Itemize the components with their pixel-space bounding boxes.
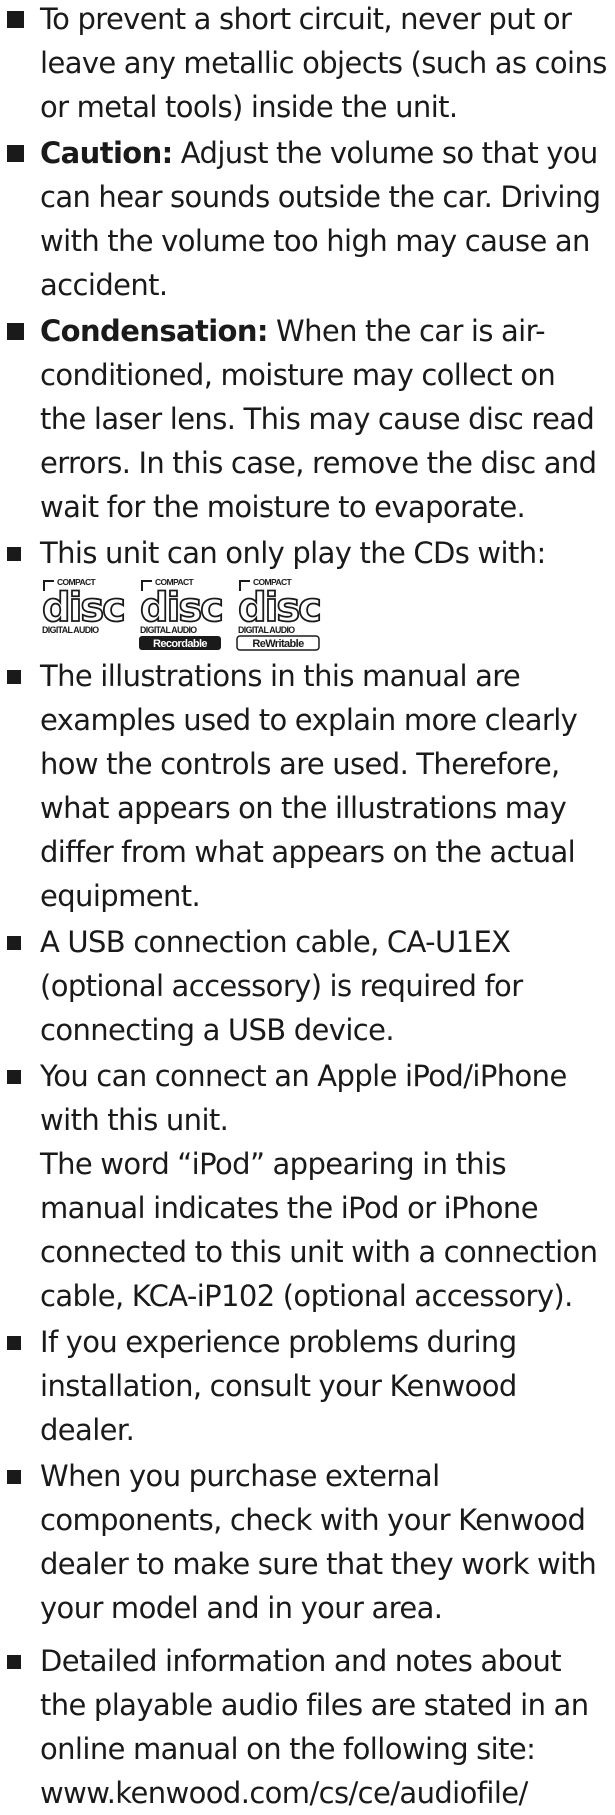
item-text: To prevent a short circuit, never put or…: [40, 2, 607, 124]
list-item-short-circuit: To prevent a short circuit, never put or…: [7, 0, 607, 129]
list-item-installation: If you experience problems during instal…: [7, 1320, 607, 1452]
list-item-ipod: You can connect an Apple iPod/iPhone wit…: [7, 1054, 607, 1318]
bullet-icon: [7, 1336, 21, 1350]
item-text: This unit can only play the CDs with:: [40, 536, 546, 570]
compact-disc-logo-icon: COMPACT disc DIGITAL AUDIO Recordable: [139, 577, 224, 650]
bullet-icon: [7, 145, 24, 162]
list-item-external-components: When you purchase external components, c…: [7, 1454, 607, 1630]
disc-logo-row: COMPACT disc DIGITAL AUDIO COMPACT disc …: [40, 575, 607, 652]
list-item-condensation: Condensation: When the car is air-condit…: [7, 309, 607, 529]
item-text: A USB connection cable, CA-U1EX (optiona…: [40, 925, 523, 1047]
logo-bottom-label: DIGITAL AUDIO: [42, 625, 99, 635]
item-text: The illustrations in this manual are exa…: [40, 659, 578, 913]
list-item-usb-cable: A USB connection cable, CA-U1EX (optiona…: [7, 920, 607, 1052]
document-page: To prevent a short circuit, never put or…: [0, 0, 615, 1815]
compact-disc-logo-icon: COMPACT disc DIGITAL AUDIO ReWritable: [236, 577, 322, 651]
item-text: When you purchase external components, c…: [40, 1459, 597, 1625]
compact-disc-logo-icon: COMPACT disc DIGITAL AUDIO: [41, 577, 126, 635]
logo-tag: Recordable: [153, 638, 207, 650]
item-bold-label: Condensation:: [40, 314, 269, 348]
item-text: If you experience problems during instal…: [40, 1325, 517, 1447]
logo-bottom-label: DIGITAL AUDIO: [140, 625, 197, 635]
list-item-audio-files: Detailed information and notes about the…: [7, 1639, 607, 1815]
bullet-icon: [7, 936, 21, 950]
bullet-icon: [7, 1070, 21, 1084]
bullet-icon: [7, 11, 24, 28]
bullet-icon: [7, 1655, 21, 1669]
logo-bottom-label: DIGITAL AUDIO: [238, 625, 295, 635]
item-text: Detailed information and notes about the…: [40, 1644, 589, 1766]
item-bold-label: Caution:: [40, 136, 173, 170]
bullet-icon: [7, 323, 24, 340]
list-item-illustrations: The illustrations in this manual are exa…: [7, 654, 607, 918]
list-item-caution: Caution: Adjust the volume so that you c…: [7, 131, 607, 307]
bullet-icon: [7, 547, 21, 561]
item-text-continued: The word “iPod” appearing in this manual…: [40, 1147, 598, 1313]
compact-disc-digital-audio-logo: COMPACT disc DIGITAL AUDIO: [40, 575, 126, 651]
list-item-cd-formats: This unit can only play the CDs with: CO…: [7, 531, 607, 652]
compact-disc-rewritable-logo: COMPACT disc DIGITAL AUDIO ReWritable: [236, 575, 322, 651]
audiofile-url-link[interactable]: www.kenwood.com/cs/ce/audiofile/: [40, 1771, 607, 1815]
bullet-icon: [7, 1470, 21, 1484]
item-text: You can connect an Apple iPod/iPhone wit…: [40, 1059, 567, 1137]
bullet-icon: [7, 670, 21, 684]
compact-disc-recordable-logo: COMPACT disc DIGITAL AUDIO Recordable: [138, 575, 224, 651]
logo-tag: ReWritable: [252, 638, 304, 650]
